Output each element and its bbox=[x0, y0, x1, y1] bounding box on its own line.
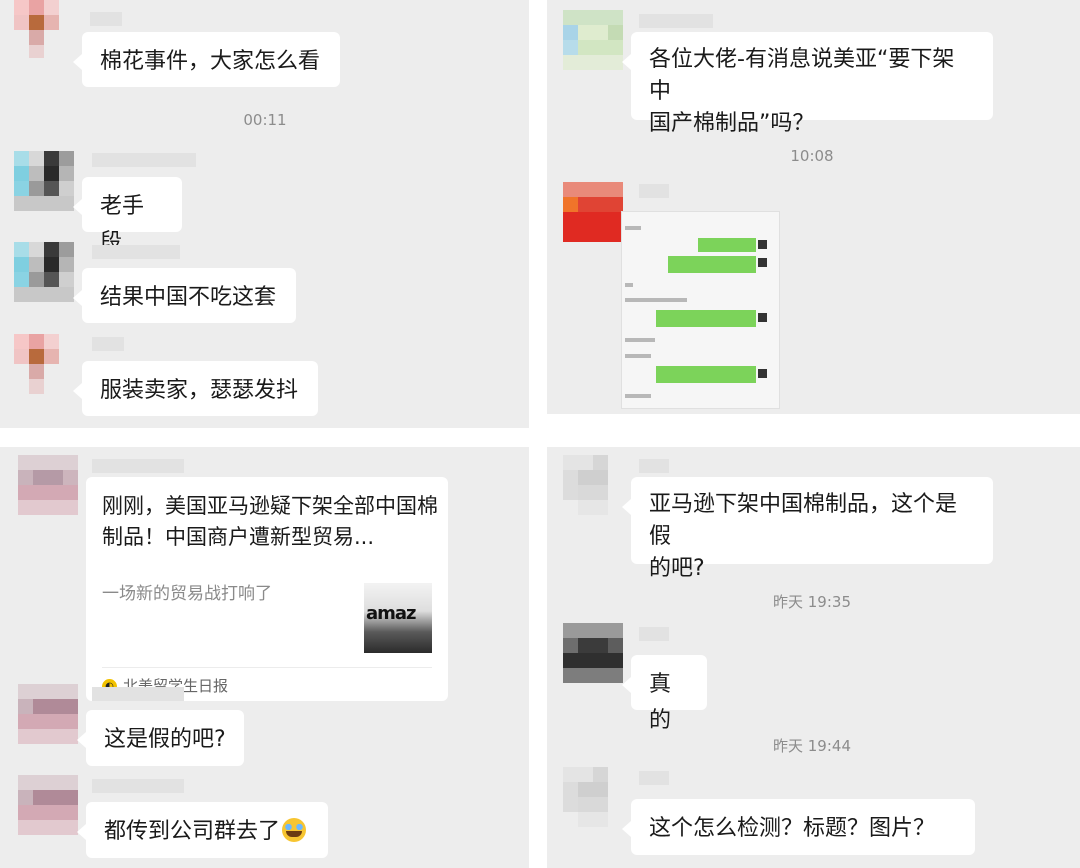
sender-name bbox=[92, 245, 180, 259]
message-bubble[interactable]: 亚马逊下架中国棉制品，这个是假 的吧? bbox=[622, 477, 993, 581]
chat-panel-bottom-left: 刚刚，美国亚马逊疑下架全部中国棉制品！中国商户遭新型贸易... 一场新的贸易战打… bbox=[0, 447, 529, 868]
avatar[interactable] bbox=[18, 775, 80, 837]
avatar[interactable] bbox=[14, 0, 76, 58]
message-bubble[interactable]: 棉花事件，大家怎么看 bbox=[73, 32, 340, 87]
sender-name bbox=[92, 779, 184, 793]
sender-name bbox=[92, 459, 184, 473]
avatar[interactable] bbox=[563, 455, 625, 517]
link-card-title: 刚刚，美国亚马逊疑下架全部中国棉制品！中国商户遭新型贸易... bbox=[102, 494, 438, 549]
message-bubble[interactable]: 都传到公司群去了 bbox=[77, 802, 328, 858]
avatar[interactable] bbox=[18, 684, 80, 746]
avatar[interactable] bbox=[14, 334, 76, 396]
timestamp: 00:11 bbox=[243, 111, 287, 129]
avatar[interactable] bbox=[563, 10, 625, 72]
embedded-chat-screenshot[interactable] bbox=[622, 212, 779, 408]
avatar[interactable] bbox=[563, 623, 625, 685]
chat-panel-top-left: 棉花事件，大家怎么看 00:11 老手段 结果中国不吃这套 服装卖家，瑟瑟发抖 bbox=[0, 0, 529, 428]
avatar[interactable] bbox=[14, 242, 76, 304]
message-bubble[interactable]: 各位大佬-有消息说美亚“要下架中 国产棉制品”吗？ bbox=[622, 32, 993, 136]
avatar[interactable] bbox=[563, 767, 625, 829]
sender-name bbox=[639, 14, 713, 28]
message-bubble[interactable]: 这个怎么检测？标题？图片？ bbox=[622, 799, 975, 855]
sender-name bbox=[92, 337, 124, 351]
message-bubble[interactable]: 这是假的吧? bbox=[77, 710, 244, 766]
message-bubble[interactable]: 结果中国不吃这套 bbox=[73, 268, 296, 323]
message-bubble[interactable]: 服装卖家，瑟瑟发抖 bbox=[73, 361, 318, 416]
sender-name bbox=[639, 459, 669, 473]
sender-name bbox=[90, 12, 122, 26]
chat-panel-bottom-right: 亚马逊下架中国棉制品，这个是假 的吧? 昨天 19:35 真的 昨天 19:44… bbox=[547, 447, 1080, 868]
sender-name bbox=[92, 153, 196, 167]
sender-name bbox=[92, 687, 184, 701]
timestamp: 10:08 bbox=[790, 147, 834, 165]
link-card-description: 一场新的贸易战打响了 bbox=[102, 584, 272, 604]
link-card-thumbnail-text: amaz bbox=[366, 603, 417, 624]
avatar[interactable] bbox=[18, 455, 80, 517]
timestamp: 昨天 19:35 bbox=[773, 593, 851, 611]
link-card-thumbnail: amaz bbox=[364, 583, 432, 653]
message-bubble[interactable]: 老手段 bbox=[73, 177, 182, 255]
link-card[interactable]: 刚刚，美国亚马逊疑下架全部中国棉制品！中国商户遭新型贸易... 一场新的贸易战打… bbox=[86, 477, 448, 701]
timestamp: 昨天 19:44 bbox=[773, 737, 851, 755]
sender-name bbox=[639, 771, 669, 785]
chat-panel-top-right: 各位大佬-有消息说美亚“要下架中 国产棉制品”吗？ 10:08 bbox=[547, 0, 1080, 414]
avatar[interactable] bbox=[563, 182, 625, 244]
link-card-divider bbox=[102, 667, 432, 668]
sender-name bbox=[639, 184, 669, 198]
laughing-crying-emoji-icon bbox=[282, 818, 307, 842]
sender-name bbox=[639, 627, 669, 641]
avatar[interactable] bbox=[14, 151, 76, 213]
message-bubble[interactable]: 真的 bbox=[622, 655, 707, 733]
message-text: 都传到公司群去了 bbox=[104, 819, 281, 844]
